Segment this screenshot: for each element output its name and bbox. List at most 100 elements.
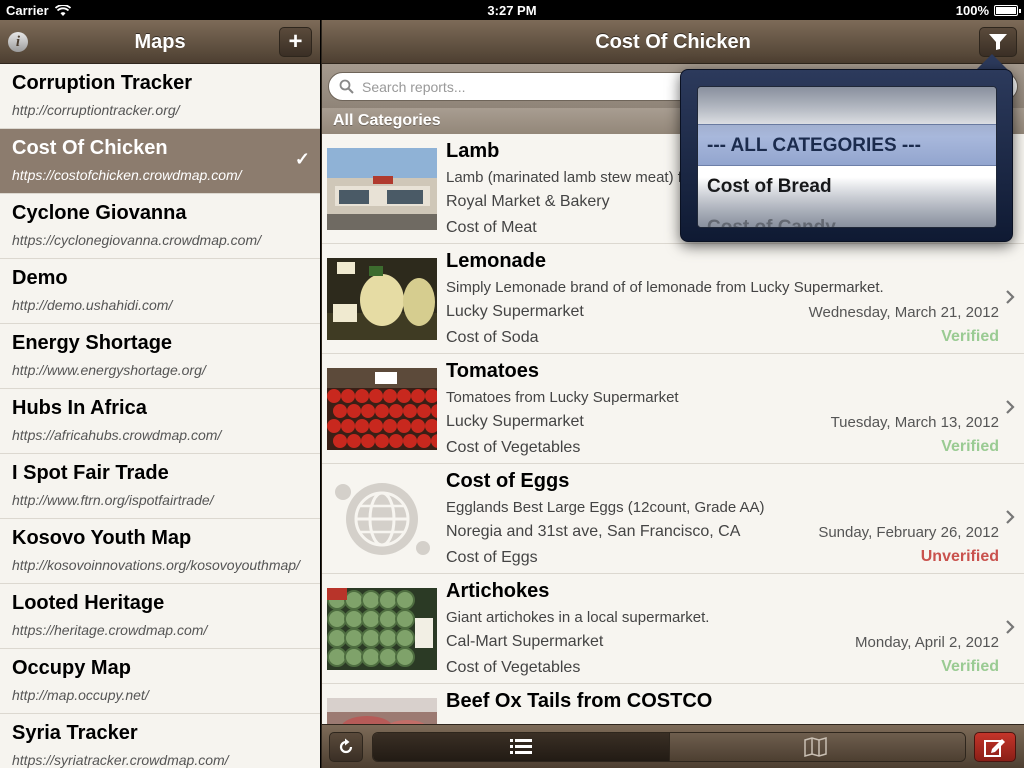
status-bar: Carrier 3:27 PM 100% — [0, 0, 1024, 20]
picker-row[interactable] — [698, 87, 996, 125]
map-url: http://www.energyshortage.org/ — [12, 362, 206, 378]
report-description: Giant artichokes in a local supermarket. — [446, 609, 710, 626]
map-name: Cost Of Chicken — [12, 137, 168, 159]
artichokes-photo — [327, 588, 437, 670]
report-description: Tomatoes from Lucky Supermarket — [446, 389, 679, 406]
view-mode-segmented-control — [372, 732, 966, 762]
status-badge: Verified — [941, 658, 999, 675]
map-name: Corruption Tracker — [12, 72, 193, 94]
map-name: Syria Tracker — [12, 722, 138, 744]
report-row[interactable]: Tomatoes Tomatoes from Lucky Supermarket L… — [322, 354, 1024, 464]
map-url: http://www.ftrn.org/ispotfairtrade/ — [12, 492, 214, 508]
report-title: Tomatoes — [446, 360, 539, 382]
sidebar-title: Maps — [134, 31, 186, 53]
status-badge: Verified — [941, 328, 999, 345]
report-location: Cal-Mart Supermarket — [446, 633, 604, 650]
map-name: Hubs In Africa — [12, 397, 147, 419]
map-name: Energy Shortage — [12, 332, 173, 354]
maps-sidebar: i Maps + Corruption Tracker http://corrup… — [0, 20, 320, 768]
battery-fill — [996, 7, 1016, 14]
report-thumbnail — [327, 588, 437, 670]
filter-button[interactable] — [979, 27, 1017, 57]
map-url: https://heritage.crowdmap.com/ — [12, 622, 208, 638]
status-time: 3:27 PM — [487, 3, 537, 18]
map-list-item[interactable]: Occupy Map http://map.occupy.net/ — [0, 649, 320, 714]
popover-arrow — [976, 54, 1008, 70]
report-thumbnail — [327, 478, 437, 560]
map-list-item[interactable]: I Spot Fair Trade http://www.ftrn.org/isp… — [0, 454, 320, 519]
map-list-item[interactable]: Corruption Tracker http://corruptiontrack… — [0, 64, 320, 129]
map-url: http://corruptiontracker.org/ — [12, 102, 180, 118]
map-icon — [804, 737, 827, 757]
report-row[interactable]: Cost of Eggs Egglands Best Large Eggs (12… — [322, 464, 1024, 574]
report-title: Lemonade — [446, 250, 547, 272]
map-list-item[interactable]: Looted Heritage https://heritage.crowdmap… — [0, 584, 320, 649]
bottom-toolbar — [322, 724, 1024, 768]
add-map-button[interactable]: + — [279, 27, 312, 57]
map-url: https://syriatracker.crowdmap.com/ — [12, 752, 229, 768]
map-url: http://demo.ushahidi.com/ — [12, 297, 173, 313]
report-date: Wednesday, March 21, 2012 — [808, 304, 999, 321]
map-name: Demo — [12, 267, 68, 289]
report-location: Noregia and 31st ave, San Francisco, CA — [446, 523, 741, 540]
page-title: Cost Of Chicken — [595, 31, 751, 53]
map-url: http://kosovoinnovations.org/kosovoyouth… — [12, 557, 300, 573]
tomatoes-photo — [327, 368, 437, 450]
checkmark-icon: ✓ — [294, 149, 310, 169]
map-name: Occupy Map — [12, 657, 131, 679]
report-location: Royal Market & Bakery — [446, 193, 610, 210]
chevron-right-icon — [1006, 290, 1015, 304]
map-list-item[interactable]: Cost Of Chicken https://costofchicken.cro… — [0, 129, 320, 194]
chevron-right-icon — [1006, 510, 1015, 524]
map-name: Cyclone Giovanna — [12, 202, 187, 224]
map-list-item[interactable]: Cyclone Giovanna https://cyclonegiovanna.… — [0, 194, 320, 259]
report-category: Cost of Soda — [446, 329, 539, 346]
map-url: http://map.occupy.net/ — [12, 687, 149, 703]
chevron-right-icon — [1006, 400, 1015, 414]
map-name: Kosovo Youth Map — [12, 527, 192, 549]
report-description: Lamb (marinated lamb stew meat) for — [446, 169, 696, 186]
map-name: I Spot Fair Trade — [12, 462, 169, 484]
report-thumbnail — [327, 368, 437, 450]
report-category: Cost of Eggs — [446, 549, 538, 566]
report-row[interactable]: Artichokes Giant artichokes in a local su… — [322, 574, 1024, 684]
bottles-photo — [327, 258, 437, 340]
reports-navbar: Cost Of Chicken — [322, 20, 1024, 64]
report-location: Lucky Supermarket — [446, 413, 584, 430]
refresh-button[interactable] — [329, 732, 363, 762]
list-view-segment[interactable] — [373, 733, 669, 761]
report-description: Egglands Best Large Eggs (12count, Grade… — [446, 499, 765, 516]
report-row[interactable]: Lemonade Simply Lemonade brand of of lemo… — [322, 244, 1024, 354]
map-url: https://costofchicken.crowdmap.com/ — [12, 167, 242, 183]
compose-report-button[interactable] — [974, 732, 1016, 762]
map-list-item[interactable]: Kosovo Youth Map http://kosovoinnovations… — [0, 519, 320, 584]
category-picker[interactable]: Cost of Candy Cost of Bread --- ALL CATEGO… — [697, 86, 997, 228]
category-filter-popover: Cost of Candy Cost of Bread --- ALL CATEGO… — [680, 69, 1013, 242]
sidebar-navbar: i Maps + — [0, 20, 320, 64]
map-url: https://africahubs.crowdmap.com/ — [12, 427, 222, 443]
map-name: Looted Heritage — [12, 592, 165, 614]
report-category: Cost of Vegetables — [446, 439, 581, 456]
report-title: Artichokes — [446, 580, 550, 602]
report-date: Tuesday, March 13, 2012 — [830, 414, 999, 431]
filter-icon — [989, 34, 1007, 50]
map-list-item[interactable]: Demo http://demo.ushahidi.com/ — [0, 259, 320, 324]
picker-selected-row[interactable]: --- ALL CATEGORIES --- — [698, 124, 996, 166]
refresh-icon — [339, 738, 353, 754]
map-list-item[interactable]: Energy Shortage http://www.energyshortage… — [0, 324, 320, 389]
picker-row[interactable]: Cost of Candy — [698, 207, 996, 227]
picker-row[interactable]: Cost of Bread — [698, 166, 996, 208]
search-icon — [339, 79, 354, 94]
map-list-item[interactable]: Hubs In Africa https://africahubs.crowdma… — [0, 389, 320, 454]
report-category: Cost of Vegetables — [446, 659, 581, 676]
map-list-item[interactable]: Syria Tracker https://syriatracker.crowdm… — [0, 714, 320, 768]
chevron-right-icon — [1006, 620, 1015, 634]
app-window: Carrier 3:27 PM 100% i Maps + Corruption… — [0, 0, 1024, 768]
map-view-segment[interactable] — [668, 733, 965, 761]
battery-icon — [994, 5, 1021, 16]
report-description: Simply Lemonade brand of of lemonade fro… — [446, 279, 884, 296]
report-location: Lucky Supermarket — [446, 303, 584, 320]
report-title: Lamb — [446, 140, 500, 162]
placeholder-globe-photo — [327, 478, 437, 560]
list-icon — [509, 739, 532, 754]
